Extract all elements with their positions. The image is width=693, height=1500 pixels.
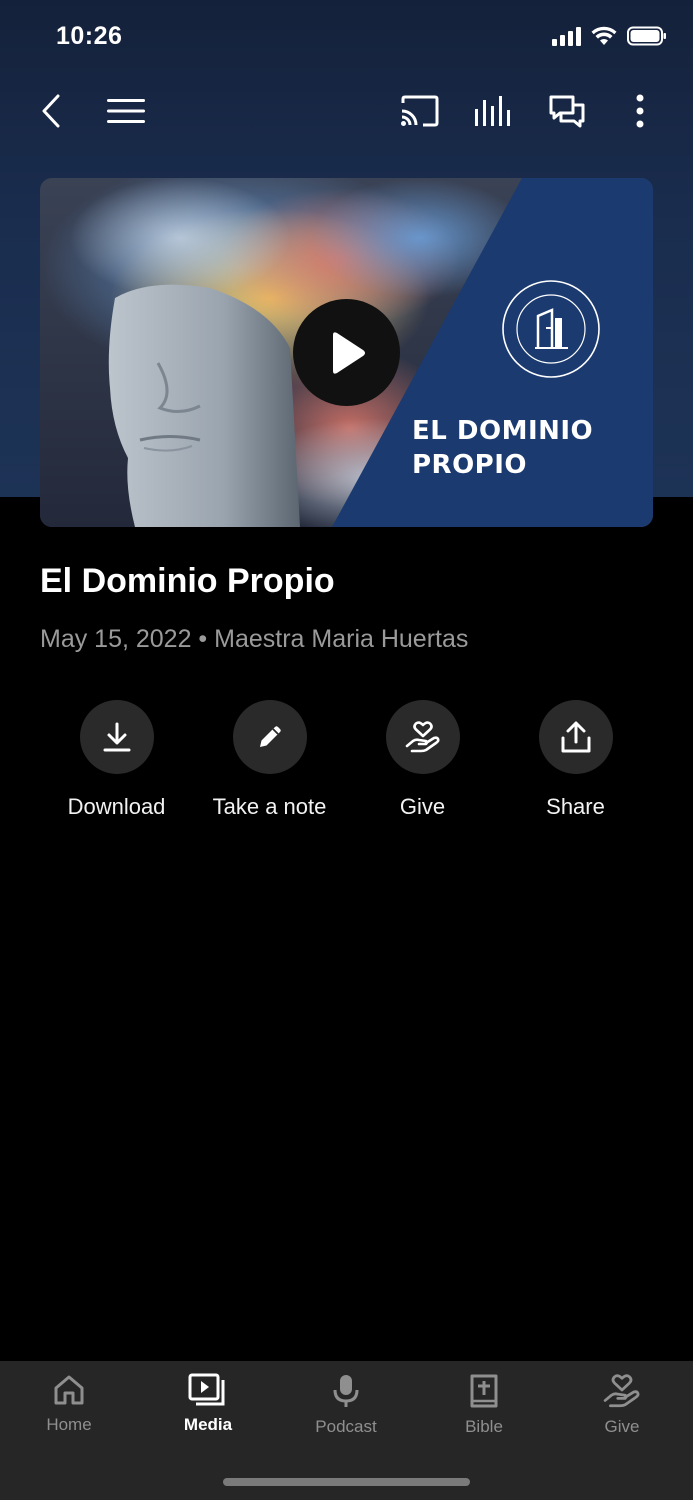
take-note-button[interactable]: Take a note — [193, 700, 346, 820]
menu-button[interactable] — [103, 88, 149, 134]
hero-title: EL DOMINIO PROPIO — [412, 414, 593, 482]
page-title: El Dominio Propio — [40, 562, 335, 600]
download-icon — [103, 722, 130, 752]
take-note-button-circle[interactable] — [232, 700, 307, 774]
chat-bubbles-icon — [549, 95, 585, 128]
cast-icon — [401, 95, 439, 127]
download-button-circle[interactable] — [79, 700, 154, 774]
battery-icon — [627, 26, 666, 46]
tab-give-label: Give — [604, 1417, 640, 1436]
wifi-icon — [591, 26, 617, 45]
give-action-button[interactable]: Give — [346, 700, 499, 820]
cast-button[interactable] — [396, 88, 442, 134]
status-bar: 10:26 — [0, 0, 693, 78]
hero-video-thumbnail[interactable]: EL DOMINIO PROPIO — [40, 178, 653, 527]
nav-bar — [0, 78, 693, 144]
share-button[interactable]: Share — [499, 700, 652, 820]
sermon-meta: May 15, 2022 • Maestra Maria Huertas — [40, 625, 469, 653]
share-button-circle[interactable] — [538, 700, 613, 774]
tab-give[interactable]: Give — [553, 1373, 691, 1437]
tab-home[interactable]: Home — [0, 1373, 138, 1435]
hero-title-line-1: EL DOMINIO — [412, 416, 594, 446]
media-icon — [188, 1373, 225, 1406]
take-note-label: Take a note — [212, 794, 327, 819]
tab-bible-label: Bible — [465, 1417, 503, 1436]
home-icon — [54, 1375, 84, 1405]
tab-media[interactable]: Media — [139, 1373, 277, 1435]
download-label: Download — [67, 794, 166, 819]
chat-button[interactable] — [544, 88, 590, 134]
bottom-tab-bar: Home Media Podcast Bible Give — [0, 1361, 693, 1500]
download-button[interactable]: Download — [40, 700, 193, 820]
tab-bible[interactable]: Bible — [415, 1373, 553, 1437]
more-options-button[interactable] — [617, 88, 663, 134]
chevron-left-icon — [42, 94, 60, 128]
tab-home-label: Home — [46, 1415, 92, 1434]
share-icon — [561, 721, 590, 753]
bible-icon — [470, 1374, 498, 1408]
church-seal-logo — [502, 280, 600, 378]
status-time: 10:26 — [56, 22, 123, 50]
hero-title-line-2: PROPIO — [412, 450, 528, 480]
play-icon — [332, 331, 365, 374]
audio-bars-icon — [475, 96, 510, 126]
microphone-icon — [333, 1375, 359, 1407]
status-icons — [551, 26, 667, 46]
hamburger-menu-icon — [107, 99, 145, 123]
give-hand-heart-icon — [405, 721, 440, 753]
give-action-label: Give — [399, 794, 446, 819]
tab-podcast-label: Podcast — [315, 1417, 377, 1436]
more-vertical-icon — [636, 94, 644, 128]
tab-podcast[interactable]: Podcast — [277, 1373, 415, 1437]
give-hand-heart-icon — [603, 1374, 640, 1408]
give-action-button-circle[interactable] — [385, 700, 460, 774]
tab-media-label: Media — [183, 1415, 233, 1434]
pencil-icon — [259, 726, 281, 747]
audio-levels-button[interactable] — [470, 88, 516, 134]
home-indicator[interactable] — [223, 1478, 470, 1486]
back-button[interactable] — [28, 88, 74, 134]
share-label: Share — [546, 794, 605, 819]
signal-icon — [552, 27, 581, 46]
play-button[interactable] — [293, 299, 400, 406]
action-row: Download Take a note Give Share — [40, 700, 653, 830]
